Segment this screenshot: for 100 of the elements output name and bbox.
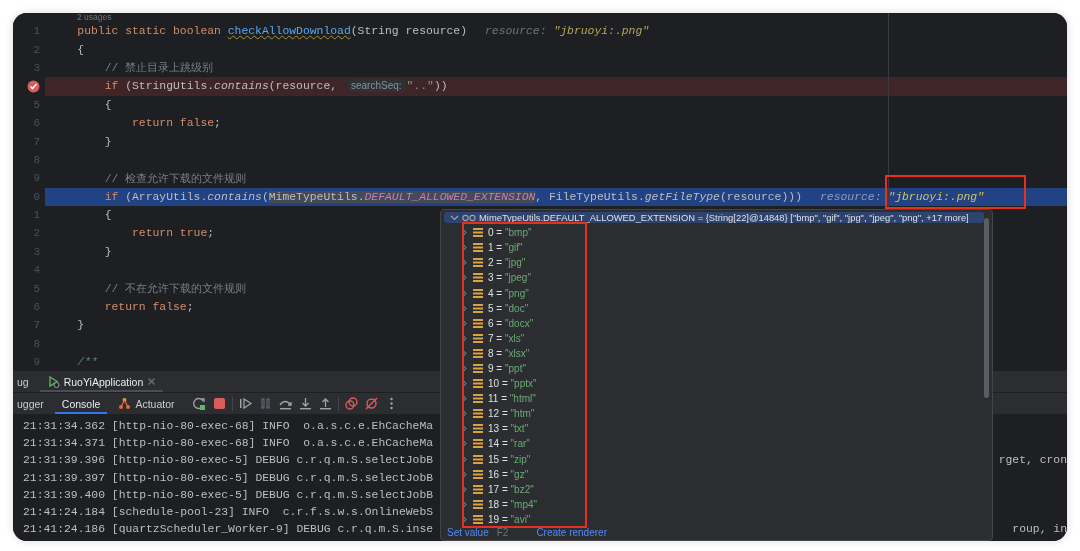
- variable-value: 0 = "bmp": [488, 227, 532, 239]
- tab[interactable]: Console: [54, 393, 108, 414]
- list-icon: [473, 318, 483, 328]
- list-icon: [473, 394, 483, 404]
- chevron-icon[interactable]: [461, 244, 468, 252]
- close-icon: [147, 377, 157, 386]
- chevron-icon[interactable]: [461, 470, 468, 478]
- list-icon: [473, 439, 483, 449]
- chevron-icon[interactable]: [461, 410, 468, 418]
- chevron-icon[interactable]: [461, 425, 468, 433]
- code-line: {: [103, 98, 112, 111]
- code-line: return false;: [103, 301, 194, 314]
- list-icon: [473, 243, 483, 253]
- variable-value: 18 = "mp4": [488, 498, 538, 510]
- chevron-icon[interactable]: [461, 395, 468, 403]
- tab[interactable]: ug: [13, 371, 36, 392]
- list-icon: [473, 424, 483, 434]
- code-line: {: [103, 209, 112, 222]
- variable-value: 7 = "xls": [488, 332, 525, 344]
- variable-value: 1 = "gif": [488, 242, 523, 254]
- log-line: 21:31:39.400 [http-nio-80-exec-5] DEBUG c.r.q.m.S.selectJobB: [23, 488, 434, 501]
- code-line: return false;: [131, 117, 221, 130]
- list-icon: [473, 469, 483, 479]
- watch-icon: [462, 213, 476, 222]
- list-icon: [473, 454, 483, 464]
- code-line: }: [76, 319, 85, 332]
- tab[interactable]: ugger: [13, 393, 51, 414]
- chevron-icon[interactable]: [461, 500, 468, 508]
- scrollbar[interactable]: [984, 218, 989, 398]
- step-out-icon[interactable]: [317, 396, 333, 411]
- list-icon: [473, 288, 483, 298]
- breakpoint-icon: [27, 79, 40, 93]
- chevron-icon[interactable]: [461, 440, 468, 448]
- variable-value: 13 = "txt": [488, 423, 529, 435]
- chevron-icon[interactable]: [461, 319, 468, 327]
- chevron-icon[interactable]: [461, 274, 468, 282]
- breakpoints-icon[interactable]: [343, 396, 359, 411]
- variable-value: 5 = "doc": [488, 302, 529, 314]
- variable-value: 3 = "jpeg": [488, 272, 531, 284]
- chevron-icon[interactable]: [461, 380, 468, 388]
- variable-value: 17 = "bz2": [488, 483, 534, 495]
- shortcut-hint: F2: [496, 527, 509, 538]
- log-line: roup, in: [1012, 523, 1067, 536]
- chevron-icon[interactable]: [461, 515, 468, 523]
- log-line: 21:41:24.184 [schedule-pool-23] INFO c.r.f.s.w.s.OnlineWebS: [23, 506, 434, 519]
- list-icon: [473, 258, 483, 268]
- tab[interactable]: RuoYiApplication: [39, 371, 164, 392]
- variable-value: 10 = "pptx": [488, 378, 537, 390]
- code-line: // 禁止目录上跳级别: [103, 61, 214, 76]
- chevron-icon[interactable]: [461, 485, 468, 493]
- link[interactable]: Create renderer: [536, 527, 607, 538]
- variable-value: 12 = "htm": [488, 408, 535, 420]
- list-icon: [473, 333, 483, 343]
- code-line: }: [103, 135, 112, 148]
- code-line: return true;: [131, 227, 215, 240]
- tab[interactable]: Actuator: [111, 393, 182, 414]
- variable-value: 15 = "zip": [488, 453, 531, 465]
- log-line: 21:31:34.371 [http-nio-80-exec-68] INFO o.a.s.c.e.EhCacheMa: [23, 436, 434, 449]
- chevron-icon[interactable]: [461, 334, 468, 342]
- variable-value: 14 = "rar": [488, 438, 530, 450]
- code-line: public static boolean checkAllowDownload(String resource): [76, 25, 467, 38]
- list-icon: [473, 303, 483, 313]
- list-icon: [473, 364, 483, 373]
- code-line: }: [103, 245, 112, 258]
- mute-breakpoints-icon[interactable]: [363, 396, 379, 411]
- chevron-icon[interactable]: [461, 289, 468, 297]
- variable-value: 11 = "html": [488, 393, 536, 405]
- list-icon: [473, 379, 483, 389]
- resume-icon[interactable]: [237, 396, 253, 411]
- chevron-icon[interactable]: [461, 365, 468, 372]
- chevron-icon[interactable]: [461, 349, 468, 357]
- variable-value: 4 = "png": [488, 287, 529, 299]
- chevron-icon[interactable]: [461, 455, 468, 463]
- log-line: 21:31:34.362 [http-nio-80-exec-68] INFO o.a.s.c.e.EhCacheMa: [23, 419, 434, 432]
- usages-hint[interactable]: 2 usages: [77, 13, 1067, 22]
- chevron-icon[interactable]: [461, 304, 468, 312]
- inline-value-hint: resource: "jbruoyi:.png": [485, 25, 650, 38]
- code-line: if (StringUtils.contains(resource, searchSeq: "..")): [103, 80, 448, 93]
- stop-icon[interactable]: [211, 396, 227, 411]
- code-line: // 检查允许下载的文件规则: [103, 171, 247, 186]
- step-into-icon[interactable]: [297, 396, 313, 411]
- rerun-icon[interactable]: [191, 396, 207, 411]
- log-line: 21:31:39.396 [http-nio-80-exec-5] DEBUG c.r.q.m.S.selectJobB: [23, 454, 434, 467]
- code-line: // 不在允许下载的文件规则: [103, 282, 247, 297]
- code-line: /**: [76, 356, 98, 369]
- list-icon: [473, 514, 483, 524]
- link[interactable]: Set value: [447, 527, 489, 538]
- code-line: {: [76, 43, 85, 56]
- list-icon: [473, 499, 483, 509]
- variable-value: 2 = "jpg": [488, 257, 526, 269]
- variable-value: 8 = "xlsx": [488, 347, 530, 359]
- code-line: if (ArrayUtils.contains(MimeTypeUtils.DEFAULT_ALLOWED_EXTENSION, FileTypeUtils.getFileType(resource))): [103, 190, 802, 203]
- chevron-icon[interactable]: [461, 229, 468, 237]
- chevron-icon[interactable]: [461, 259, 468, 267]
- list-icon: [473, 273, 483, 283]
- list-icon: [473, 409, 483, 419]
- variable-value: 19 = "avi": [488, 513, 531, 525]
- variable-value: 9 = "ppt": [488, 363, 526, 374]
- log-line: 21:31:39.397 [http-nio-80-exec-5] DEBUG c.r.q.m.S.selectJobB: [23, 471, 434, 484]
- log-line: 21:41:24.186 [quartzScheduler_Worker-9] DEBUG c.r.q.m.S.inse: [23, 523, 434, 536]
